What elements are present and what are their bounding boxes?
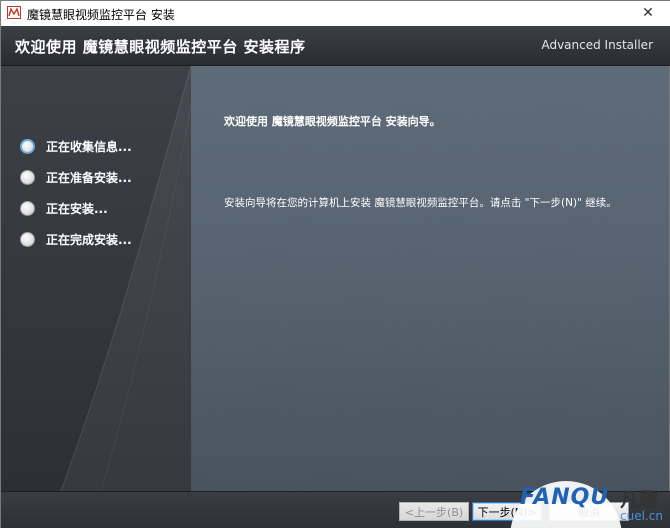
title-bar: 魔镜慧眼视频监控平台 安装 ✕ (1, 1, 670, 26)
welcome-description: 安装向导将在您的计算机上安装 魔镜慧眼视频监控平台。请点击 "下一步(N)" 继… (224, 197, 617, 209)
watermark-logo: FANQU (520, 485, 610, 510)
sidebar-decoration (60, 66, 191, 491)
step-label: 正在完成安装... (46, 232, 132, 247)
welcome-heading: 欢迎使用 魔镜慧眼视频监控平台 安装向导。 (224, 115, 441, 128)
window-title: 魔镜慧眼视频监控平台 安装 (27, 8, 175, 22)
steps-sidebar: 正在收集信息... 正在准备安装... 正在安装... 正在完成安装... (1, 66, 191, 491)
step-active-icon (20, 138, 35, 154)
header-brand: Advanced Installer (541, 38, 653, 52)
header-title: 欢迎使用 魔镜慧眼视频监控平台 安装程序 (15, 38, 306, 56)
installer-app-icon (7, 6, 21, 19)
watermark-url: cuel.cn (620, 509, 663, 523)
step-finishing: 正在完成安装... (20, 230, 132, 248)
back-button[interactable]: <上一步(B) (399, 502, 469, 521)
step-label: 正在安装... (46, 201, 108, 216)
step-pending-icon (20, 200, 35, 216)
installer-window: 魔镜慧眼视频监控平台 安装 ✕ 欢迎使用 魔镜慧眼视频监控平台 安装程序 Adv… (0, 0, 670, 528)
step-collecting-info: 正在收集信息... (20, 137, 132, 155)
step-label: 正在准备安装... (46, 170, 132, 185)
welcome-panel: 欢迎使用 魔镜慧眼视频监控平台 安装向导。 安装向导将在您的计算机上安装 魔镜慧… (191, 66, 669, 491)
close-icon: ✕ (642, 5, 654, 21)
site-watermark: FANQU 凡趣 cuel.cn (504, 475, 670, 528)
step-preparing: 正在准备安装... (20, 168, 132, 186)
step-label: 正在收集信息... (46, 139, 132, 154)
watermark-logo-cn: 凡趣 (620, 489, 659, 511)
step-installing: 正在安装... (20, 199, 108, 217)
step-pending-icon (20, 169, 35, 185)
installer-header: 欢迎使用 魔镜慧眼视频监控平台 安装程序 Advanced Installer (1, 26, 670, 66)
step-pending-icon (20, 231, 35, 247)
close-button[interactable]: ✕ (625, 1, 670, 25)
